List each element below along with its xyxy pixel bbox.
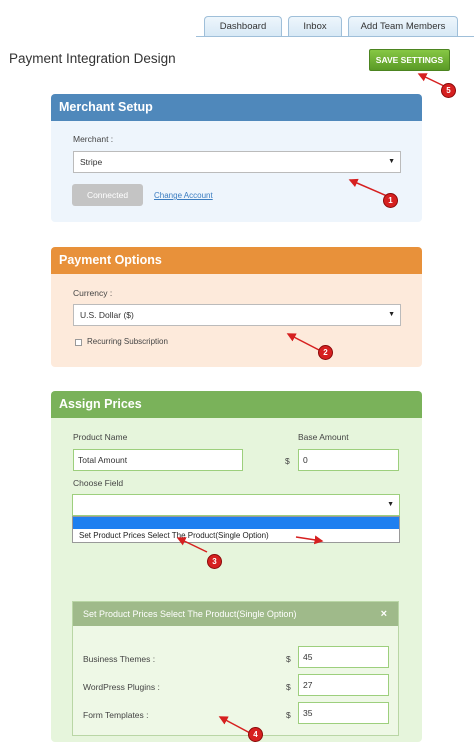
- marker-5: 5: [441, 83, 456, 98]
- arrow-4: [218, 716, 251, 734]
- arrow-5: [417, 73, 445, 87]
- arrow-3a: [176, 537, 208, 553]
- arrow-1: [348, 178, 388, 197]
- arrow-2: [286, 333, 320, 351]
- marker-4: 4: [248, 727, 263, 742]
- marker-2: 2: [318, 345, 333, 360]
- arrow-3b: [295, 535, 324, 545]
- annotation-arrows: [176, 73, 445, 734]
- marker-1: 1: [383, 193, 398, 208]
- marker-3: 3: [207, 554, 222, 569]
